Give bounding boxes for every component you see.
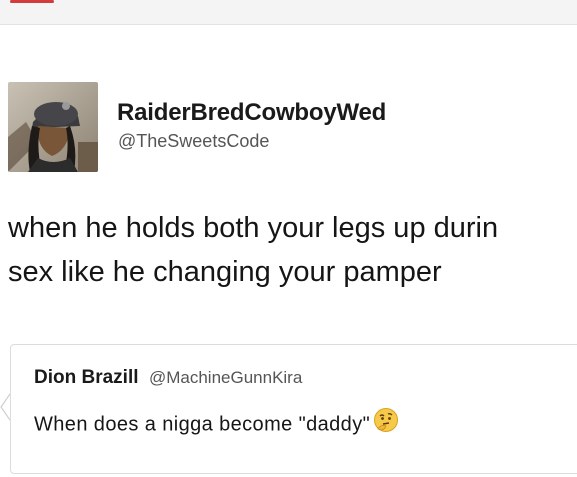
thinking-face-emoji-icon [373, 407, 399, 439]
chevron-left-icon [0, 393, 10, 421]
top-red-mark [10, 0, 54, 3]
profile-photo-icon [8, 82, 98, 172]
top-divider-strip [0, 0, 577, 25]
tweet-text: when he holds both your legs up durin se… [8, 206, 577, 294]
profile-avatar[interactable] [8, 82, 98, 172]
tweet-text-line: when he holds both your legs up durin [8, 212, 499, 244]
quoted-tweet-text: When does a nigga become "daddy" [34, 407, 399, 441]
tweet-text-line: sex like he changing your pamper [8, 256, 442, 288]
quoted-tweet-display-name[interactable]: Dion Brazill [34, 367, 139, 388]
quoted-tweet-header: Dion Brazill @MachineGunnKira [34, 367, 302, 389]
tweet-display-name[interactable]: RaiderBredCowboyWed [117, 99, 386, 127]
quoted-tweet-handle[interactable]: @MachineGunnKira [149, 368, 302, 387]
quoted-tweet-body: When does a nigga become "daddy" [34, 413, 371, 436]
tweet-handle[interactable]: @TheSweetsCode [118, 131, 269, 152]
quoted-tweet-card[interactable]: Dion Brazill @MachineGunnKira When does … [10, 344, 577, 474]
